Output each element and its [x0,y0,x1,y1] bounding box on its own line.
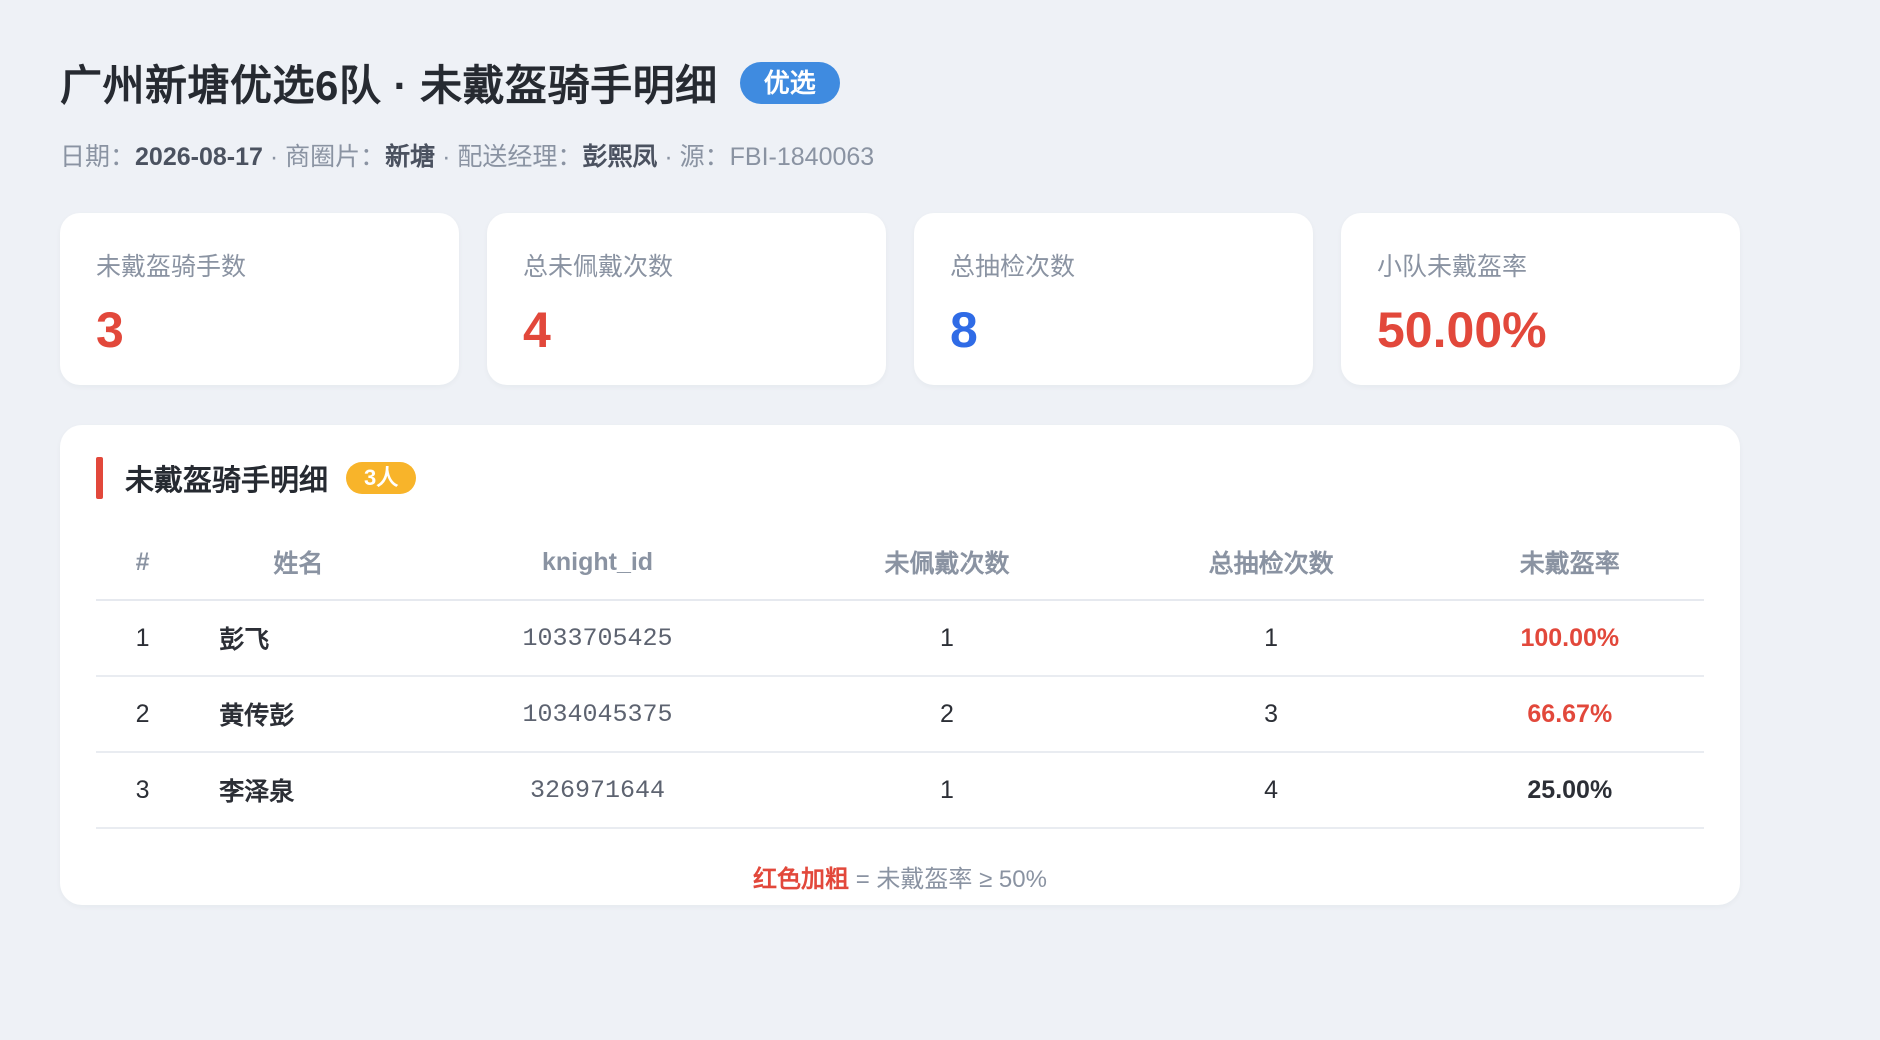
area-value: 新塘 [385,143,436,171]
total-count: 1 [1106,600,1436,677]
panel-title: 未戴盔骑手明细 [125,465,329,497]
stat-card-missed: 总未佩戴次数 4 [487,213,886,385]
accent-bar [96,457,103,499]
column-header-name[interactable]: 姓名 [189,525,408,601]
rider-name: 李泽泉 [189,752,408,829]
table-row[interactable]: 2 黄传彭 1034045375 2 3 66.67% [96,676,1704,753]
stat-label: 总抽检次数 [950,253,1076,281]
count-badge: 3人 [346,462,417,494]
missed-count: 1 [787,752,1107,829]
column-header-rate[interactable]: 未戴盔率 [1435,525,1704,601]
panel-header: 未戴盔骑手明细 3人 [96,457,1704,499]
row-index: 3 [96,752,190,829]
date-value: 2026-08-17 [135,143,263,171]
source-label: 源： [679,143,730,171]
knight-id: 1034045375 [407,676,788,753]
total-count: 3 [1106,676,1436,753]
no-helmet-rate: 66.67% [1435,676,1704,753]
meta-separator: · [657,143,680,171]
manager-value: 彭熙凤 [582,143,658,171]
no-helmet-rate: 25.00% [1435,752,1704,829]
stat-value: 3 [96,302,124,358]
category-tag: 优选 [739,61,840,104]
stat-value: 8 [950,302,978,358]
knight-id: 1033705425 [407,600,788,677]
stat-card-rate: 小队未戴盔率 50.00% [1341,213,1740,385]
stat-label: 小队未戴盔率 [1377,253,1528,281]
stat-label: 总未佩戴次数 [523,253,674,281]
legend-note: 红色加粗 = 未戴盔率 ≥ 50% [96,859,1704,894]
column-header-knight-id[interactable]: knight_id [407,525,788,601]
knight-id: 326971644 [407,752,788,829]
rider-name: 黄传彭 [189,676,408,753]
stat-card-checks: 总抽检次数 8 [914,213,1313,385]
legend-text: = 未戴盔率 ≥ 50% [849,866,1047,893]
missed-count: 2 [787,676,1107,753]
detail-panel: 未戴盔骑手明细 3人 # 姓名 knight_id 未佩戴次数 总抽检次数 未戴… [60,425,1740,905]
rider-table: # 姓名 knight_id 未佩戴次数 总抽检次数 未戴盔率 1 彭飞 103… [96,525,1704,829]
rider-name: 彭飞 [189,600,408,677]
page-title: 广州新塘优选6队 · 未戴盔骑手明细 [60,62,718,109]
column-header-total[interactable]: 总抽检次数 [1106,525,1436,601]
column-header-index[interactable]: # [96,525,190,601]
meta-line: 日期：2026-08-17 · 商圈片：新塘 · 配送经理：彭熙凤 · 源：FB… [60,137,1820,173]
table-row[interactable]: 1 彭飞 1033705425 1 1 100.00% [96,600,1704,677]
table-header-row: # 姓名 knight_id 未佩戴次数 总抽检次数 未戴盔率 [96,525,1704,601]
total-count: 4 [1106,752,1436,829]
manager-label: 配送经理： [457,143,583,171]
no-helmet-rate: 100.00% [1435,600,1704,677]
column-header-missed[interactable]: 未佩戴次数 [787,525,1107,601]
source-value: FBI-1840063 [729,143,875,171]
date-label: 日期： [60,143,136,171]
stat-card-riders: 未戴盔骑手数 3 [60,213,459,385]
stat-value: 4 [523,302,551,358]
meta-separator: · [262,143,286,171]
legend-emphasis: 红色加粗 [753,866,850,893]
title-row: 广州新塘优选6队 · 未戴盔骑手明细 优选 [60,52,1820,113]
table-row[interactable]: 3 李泽泉 326971644 1 4 25.00% [96,752,1704,829]
row-index: 1 [96,600,190,677]
area-label: 商圈片： [285,143,386,171]
missed-count: 1 [787,600,1107,677]
row-index: 2 [96,676,190,753]
page: 广州新塘优选6队 · 未戴盔骑手明细 优选 日期：2026-08-17 · 商圈… [0,0,1880,905]
stat-cards: 未戴盔骑手数 3 总未佩戴次数 4 总抽检次数 8 小队未戴盔率 50.00% [60,213,1820,385]
stat-value: 50.00% [1377,302,1547,358]
meta-separator: · [435,143,458,171]
stat-label: 未戴盔骑手数 [96,253,247,281]
